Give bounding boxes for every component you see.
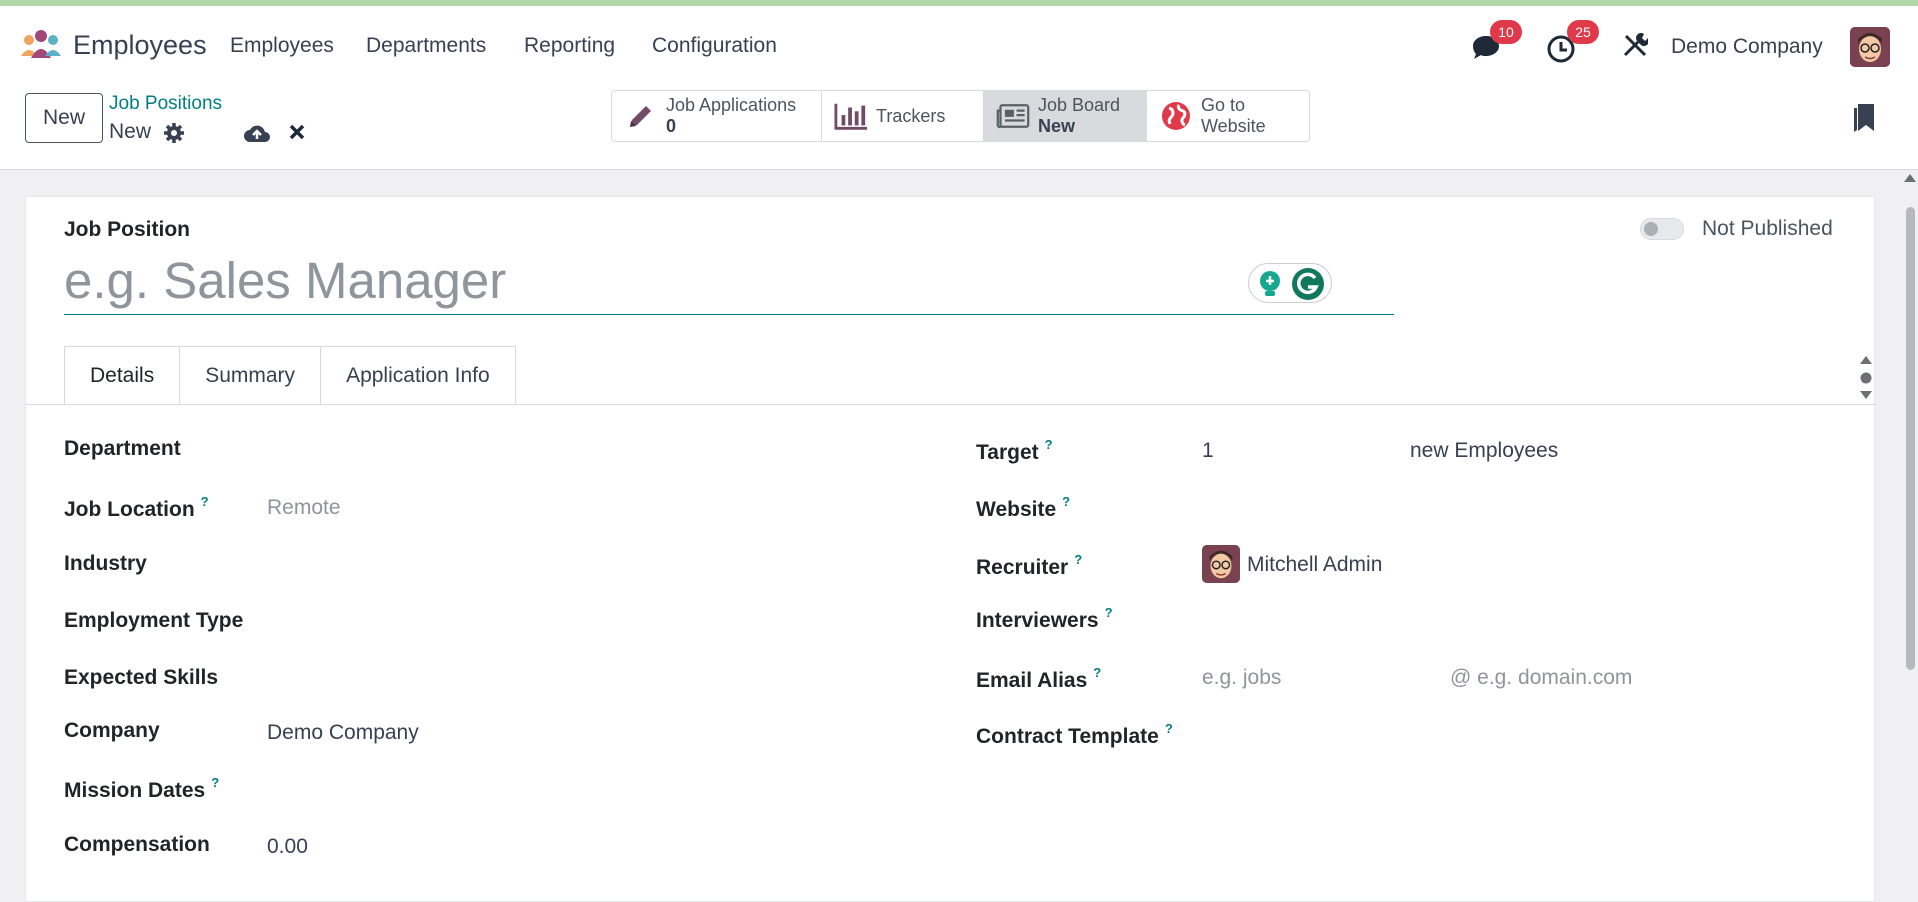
email-alias-input[interactable]: e.g. jobs <box>1202 666 1281 690</box>
new-button[interactable]: New <box>25 93 103 143</box>
help-icon[interactable]: ? <box>1105 605 1113 620</box>
newspaper-icon <box>996 101 1030 131</box>
target-text: Target <box>976 441 1039 464</box>
activities-badge: 25 <box>1567 20 1599 44</box>
lightbulb-icon <box>1260 271 1280 296</box>
job-location-label: Job Location? <box>64 494 209 522</box>
email-alias-text: Email Alias <box>976 669 1088 692</box>
user-avatar[interactable] <box>1850 27 1890 67</box>
form-tabs: Details Summary Application Info <box>64 346 516 404</box>
compensation-label: Compensation <box>64 833 210 856</box>
expected-skills-label: Expected Skills <box>64 666 219 689</box>
job-applications-label: Job Applications <box>666 95 797 115</box>
job-board-button[interactable]: Job Board New <box>984 91 1147 141</box>
industry-label: Industry <box>64 552 147 575</box>
job-board-label: Job Board <box>1038 95 1121 115</box>
toggle-knob <box>1644 222 1658 236</box>
scroll-up-arrow[interactable] <box>1904 174 1916 182</box>
interviewers-label: Interviewers? <box>976 605 1113 633</box>
help-icon[interactable]: ? <box>201 494 209 509</box>
help-icon[interactable]: ? <box>211 775 219 790</box>
publish-status[interactable]: Not Published <box>1702 217 1833 241</box>
publish-toggle[interactable] <box>1640 218 1684 240</box>
tools-icon[interactable] <box>1622 32 1648 58</box>
website-label: Website <box>1201 116 1266 136</box>
interviewers-text: Interviewers <box>976 609 1099 632</box>
trackers-button[interactable]: Trackers <box>822 91 984 141</box>
recruiter-text: Recruiter <box>976 556 1069 579</box>
website-label: Website? <box>976 494 1070 522</box>
tab-details[interactable]: Details <box>64 346 181 404</box>
menu-employees[interactable]: Employees <box>230 34 334 58</box>
email-alias-label: Email Alias? <box>976 665 1101 693</box>
employees-app-icon[interactable] <box>20 28 62 60</box>
trackers-label: Trackers <box>876 105 946 126</box>
go-to-website-button[interactable]: Go to Website <box>1147 91 1309 141</box>
main-navbar: Employees Employees Departments Reportin… <box>0 6 1918 80</box>
tab-summary[interactable]: Summary <box>180 346 322 404</box>
bar-chart-icon <box>834 101 868 131</box>
contract-template-label: Contract Template? <box>976 721 1173 749</box>
control-panel: New Job Positions New Job Applications 0 … <box>0 80 1918 170</box>
menu-departments[interactable]: Departments <box>366 34 486 58</box>
job-applications-button[interactable]: Job Applications 0 <box>612 91 822 141</box>
recruiter-input[interactable]: Mitchell Admin <box>1247 553 1382 577</box>
email-domain-input[interactable]: @ e.g. domain.com <box>1450 666 1632 690</box>
tabs-divider <box>26 404 1876 405</box>
employment-type-label: Employment Type <box>64 609 244 632</box>
cloud-upload-icon[interactable] <box>243 122 271 144</box>
globe-icon <box>1159 101 1193 131</box>
recruiter-avatar <box>1202 545 1240 583</box>
bookmark-icon[interactable] <box>1853 103 1875 133</box>
breadcrumb-job-positions[interactable]: Job Positions <box>109 93 222 115</box>
job-position-label: Job Position <box>64 218 190 241</box>
job-location-text: Job Location <box>64 498 195 521</box>
mission-dates-label: Mission Dates? <box>64 775 219 803</box>
pencil-icon <box>624 101 658 131</box>
help-icon[interactable]: ? <box>1093 665 1101 680</box>
job-title-input[interactable] <box>64 247 1394 315</box>
gear-icon[interactable] <box>163 122 185 144</box>
target-suffix: new Employees <box>1410 439 1559 462</box>
job-board-status: New <box>1038 116 1076 136</box>
smart-buttons: Job Applications 0 Trackers Job Board New … <box>611 90 1310 142</box>
compensation-input[interactable]: 0.00 <box>267 835 308 859</box>
user-face-icon <box>1202 545 1240 583</box>
activities-button[interactable]: 25 <box>1546 20 1599 64</box>
grammarly-widget[interactable] <box>1248 263 1332 303</box>
messages-badge: 10 <box>1490 20 1522 44</box>
help-icon[interactable]: ? <box>1062 494 1070 509</box>
mission-dates-text: Mission Dates <box>64 779 206 802</box>
contract-template-text: Contract Template <box>976 725 1159 748</box>
help-icon[interactable]: ? <box>1074 552 1082 567</box>
job-location-input[interactable]: Remote <box>267 496 341 520</box>
scrollbar-thumb[interactable] <box>1906 207 1915 670</box>
menu-reporting[interactable]: Reporting <box>524 34 615 58</box>
user-face-icon <box>1850 27 1890 67</box>
job-applications-count: 0 <box>666 116 677 136</box>
recruiter-label: Recruiter? <box>976 552 1082 580</box>
go-to-label: Go to <box>1201 95 1246 115</box>
app-name[interactable]: Employees <box>73 30 207 61</box>
company-input[interactable]: Demo Company <box>267 721 419 745</box>
messages-button[interactable]: 10 <box>1470 20 1522 64</box>
pager-icon[interactable] <box>1859 353 1873 403</box>
company-label: Company <box>64 719 160 742</box>
help-icon[interactable]: ? <box>1165 721 1173 736</box>
target-label: Target? <box>976 437 1053 465</box>
company-switcher[interactable]: Demo Company <box>1671 35 1823 59</box>
tab-application-info[interactable]: Application Info <box>321 346 516 404</box>
form-sheet: Job Position Not Published Details Summa… <box>25 196 1876 902</box>
help-icon[interactable]: ? <box>1045 437 1053 452</box>
close-icon[interactable] <box>287 122 307 142</box>
record-name: New <box>109 120 152 143</box>
website-text: Website <box>976 498 1057 521</box>
target-input[interactable]: 1 <box>1202 439 1214 463</box>
menu-configuration[interactable]: Configuration <box>652 34 777 58</box>
grammarly-icon <box>1292 268 1324 300</box>
department-label: Department <box>64 437 181 460</box>
